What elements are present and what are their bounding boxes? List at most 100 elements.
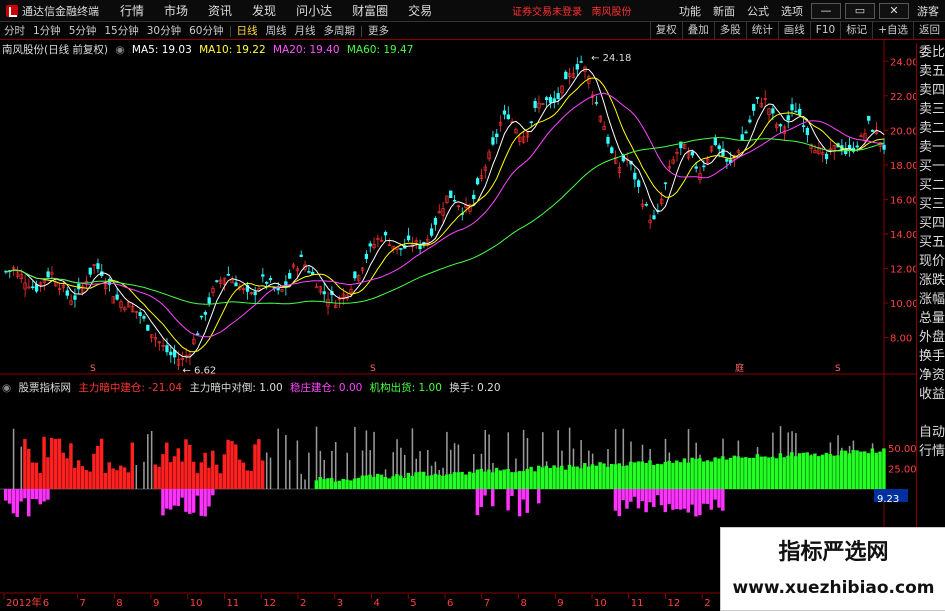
candle-body [322, 291, 326, 295]
menu-item-6[interactable]: 交易 [398, 2, 442, 19]
tool-button-6[interactable]: 标记 [840, 22, 872, 39]
candle-body [368, 243, 372, 247]
sub-bar-gray [143, 461, 145, 489]
period-tab-5[interactable]: 60分钟 [185, 23, 227, 38]
sub-bar-red [111, 468, 115, 489]
sub-bar-magenta [38, 489, 42, 505]
sub-bar-red [241, 462, 246, 489]
quote-label-15[interactable]: 外盘 [917, 328, 945, 347]
tool-button-3[interactable]: 统计 [745, 22, 778, 39]
quote-label-19[interactable] [917, 404, 945, 423]
quote-label-2[interactable]: 卖四 [917, 81, 945, 100]
sub-bar-green [813, 453, 817, 489]
period-tab-9[interactable]: 多周期 [320, 23, 360, 38]
quote-label-20[interactable]: 自动 [917, 423, 945, 442]
quote-label-4[interactable]: 卖二 [917, 119, 945, 138]
minimize-icon[interactable]: — [811, 2, 841, 19]
candle-body [529, 121, 533, 124]
period-tab-8[interactable]: 月线 [291, 23, 320, 38]
sub-bar-green [709, 461, 714, 489]
candle-body [882, 144, 886, 150]
quote-label-5[interactable]: 卖一 [917, 138, 945, 157]
period-tab-3[interactable]: 15分钟 [100, 23, 142, 38]
login-notice[interactable]: 证券交易未登录 [512, 7, 582, 18]
date-tick-label: 3 [337, 598, 343, 609]
sub-bar-red [168, 462, 173, 489]
quote-label-10[interactable]: 买五 [917, 233, 945, 252]
quote-label-18[interactable]: 收益 [917, 385, 945, 404]
tool-button-5[interactable]: F10 [809, 22, 840, 39]
quote-label-0[interactable]: 委比 [917, 43, 945, 62]
tool-button-4[interactable]: 画线 [777, 22, 810, 39]
right-menu-2[interactable]: 公式 [741, 3, 775, 19]
sub-bar-green [483, 471, 487, 489]
sub-bar-green [387, 478, 391, 489]
sub-bar-green [782, 457, 786, 489]
sub-bar-green [375, 473, 380, 489]
quote-label-9[interactable]: 买四 [917, 214, 945, 233]
quote-label-1[interactable]: 卖五 [917, 62, 945, 81]
period-tab-2[interactable]: 5分钟 [65, 23, 101, 38]
candle-body [610, 147, 614, 154]
quote-label-14[interactable]: 总量 [917, 309, 945, 328]
quote-label-13[interactable]: 涨幅 [917, 290, 945, 309]
quote-label-11[interactable]: 现价 [917, 252, 945, 271]
date-tick-label: 12 [668, 598, 681, 609]
notice: 证券交易未登录 南风股份 [512, 3, 632, 18]
menu-item-0[interactable]: 行情 [110, 2, 154, 19]
quote-label-7[interactable]: 买二 [917, 176, 945, 195]
sub-bar-green [575, 466, 579, 489]
period-tab-7[interactable]: 周线 [262, 23, 291, 38]
sub-bar-green [494, 467, 499, 489]
tool-button-1[interactable]: 叠加 [681, 22, 714, 39]
candle-body [548, 97, 553, 103]
right-menu-4[interactable]: 游客 [911, 3, 945, 19]
sub-bar-green [395, 474, 399, 489]
menu-bar: 通达信金融终端 行情 市场 资讯 发现 问小达 财富圈 交易 证券交易未登录 南风股份 功能… [0, 0, 945, 22]
tool-button-2[interactable]: 多股 [713, 22, 746, 39]
quote-label-16[interactable]: 换手 [917, 347, 945, 366]
menu-item-1[interactable]: 市场 [154, 2, 198, 19]
period-tab-4[interactable]: 30分钟 [143, 23, 185, 38]
tool-button-0[interactable]: 复权 [649, 22, 682, 39]
sub-bar-green [801, 452, 806, 489]
quote-label-17[interactable]: 净资 [917, 366, 945, 385]
sub-bar-red [172, 456, 177, 489]
menu-item-3[interactable]: 发现 [242, 2, 286, 19]
period-tab-10[interactable]: 更多 [364, 23, 393, 38]
sub-bar-red [184, 439, 188, 489]
sub-bar-red [165, 442, 169, 489]
right-menu-1[interactable]: 新面 [707, 3, 741, 19]
quote-label-12[interactable]: 涨跌 [917, 271, 945, 290]
period-tab-0[interactable]: 分时 [0, 23, 29, 38]
sub-bar-green [391, 476, 395, 489]
quote-label-6[interactable]: 买一 [917, 157, 945, 176]
menu-item-5[interactable]: 财富圈 [342, 2, 398, 19]
sub-bar-green [625, 465, 629, 489]
period-tab-1[interactable]: 1分钟 [29, 23, 65, 38]
date-tick-label: 7 [80, 598, 86, 609]
close-icon[interactable]: ✕ [879, 2, 909, 19]
menu-item-4[interactable]: 问小达 [286, 2, 342, 19]
sub-bar-green [713, 457, 717, 489]
menu-item-2[interactable]: 资讯 [198, 2, 242, 19]
period-tab-6[interactable]: 日线 [233, 23, 262, 38]
sub-bar-red [88, 471, 92, 489]
date-tick-label: 6 [447, 598, 453, 609]
candle-body [594, 102, 599, 104]
candle-body [491, 137, 495, 145]
sub-bar-green [441, 475, 445, 489]
candle-body [261, 274, 265, 277]
sub-bar-green [579, 468, 583, 489]
tool-button-8[interactable]: 返回 [913, 22, 945, 39]
kline-chart[interactable]: ← 24.18 ← 6.62 S S 庭 S 24.00 22.00 20.00 18.00 16… [0, 39, 916, 609]
quote-label-21[interactable]: 行情 [917, 442, 945, 461]
tool-button-7[interactable]: +自选 [872, 22, 913, 39]
quote-label-8[interactable]: 买三 [917, 195, 945, 214]
quote-label-3[interactable]: 卖三 [917, 100, 945, 119]
right-menu-3[interactable]: 选项 [775, 3, 809, 19]
candle-body [637, 180, 641, 187]
right-menu-0[interactable]: 功能 [673, 3, 707, 19]
sub-bar-green [533, 471, 537, 489]
maximize-icon[interactable]: ▭ [845, 2, 875, 19]
